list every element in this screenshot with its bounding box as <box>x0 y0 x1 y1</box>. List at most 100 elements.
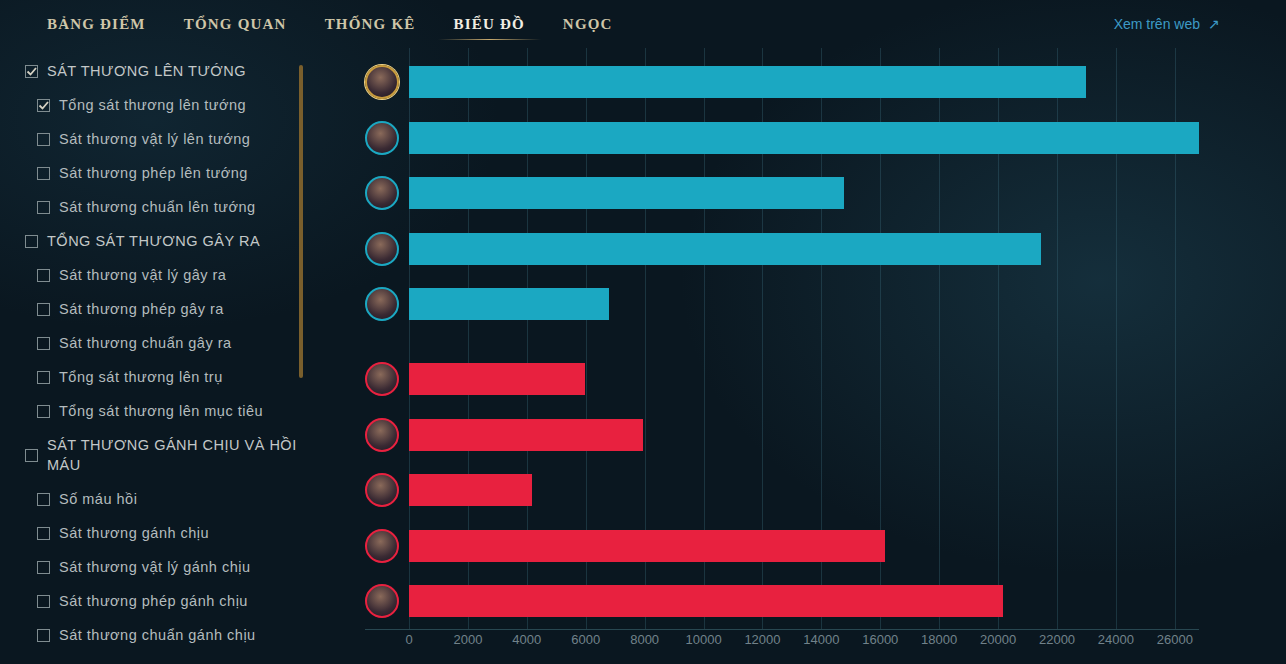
post-game-screen: BẢNG ĐIỂM TỔNG QUAN THỐNG KÊ BIỂU ĐỒ NGỌC Xem… <box>0 0 1286 664</box>
player-row <box>365 362 1199 396</box>
axis-tick: 6000 <box>571 632 600 647</box>
scrollbar-thumb[interactable] <box>299 65 303 378</box>
tab[interactable]: THỐNG KÊ <box>325 8 416 41</box>
tabs: BẢNG ĐIỂM TỔNG QUAN THỐNG KÊ BIỂU ĐỒ NGỌC <box>47 0 613 48</box>
stat-filter-item[interactable]: Sát thương phép lên tướng <box>25 156 297 190</box>
check-icon <box>25 65 38 78</box>
checkbox[interactable] <box>25 65 38 78</box>
stat-filter-item[interactable]: Sát thương vật lý gánh chịu <box>25 550 297 584</box>
axis-tick: 0 <box>405 632 412 647</box>
stat-filter-item[interactable]: Sát thương phép gánh chịu <box>25 584 297 618</box>
bar-track <box>409 177 1199 209</box>
player-row <box>365 176 1199 210</box>
tab[interactable]: NGỌC <box>563 8 613 41</box>
axis-tick: 2000 <box>453 632 482 647</box>
stat-filter-item[interactable]: Sát thương chuẩn lên tướng <box>25 190 297 224</box>
champion-portrait-icon[interactable] <box>365 65 399 99</box>
player-row <box>365 529 1199 563</box>
bar-track <box>409 233 1199 265</box>
stat-filter-item[interactable]: Sát thương gánh chịu <box>25 516 297 550</box>
axis-tick: 18000 <box>921 632 957 647</box>
stat-filter-item[interactable]: Sát thương chuẩn gánh chịu <box>25 618 297 652</box>
bar-track <box>409 66 1199 98</box>
checkbox[interactable] <box>37 405 50 418</box>
bar[interactable] <box>409 419 643 451</box>
external-link-icon: ↗ <box>1208 16 1220 32</box>
bar-track <box>409 363 1199 395</box>
axis-tick: 14000 <box>803 632 839 647</box>
stat-filter-item[interactable]: TỔNG SÁT THƯƠNG GÂY RA <box>25 224 297 258</box>
bar[interactable] <box>409 363 585 395</box>
stat-filter-item[interactable]: Số máu hồi <box>25 482 297 516</box>
checkbox[interactable] <box>37 269 50 282</box>
content: SÁT THƯƠNG LÊN TƯỚNGTổng sát thương lên … <box>0 48 1286 664</box>
bar[interactable] <box>409 585 1003 617</box>
team-group <box>365 362 1199 618</box>
champion-portrait-icon[interactable] <box>365 232 399 266</box>
view-on-web-link[interactable]: Xem trên web↗ <box>1114 16 1220 32</box>
tab[interactable]: BẢNG ĐIỂM <box>47 8 146 41</box>
checkbox[interactable] <box>37 337 50 350</box>
champion-portrait-icon[interactable] <box>365 473 399 507</box>
checkbox[interactable] <box>37 99 50 112</box>
axis-tick: 10000 <box>685 632 721 647</box>
champion-portrait-icon[interactable] <box>365 529 399 563</box>
checkbox[interactable] <box>25 449 38 462</box>
checkbox[interactable] <box>37 371 50 384</box>
axis-tick: 12000 <box>744 632 780 647</box>
tab[interactable]: BIỂU ĐỒ <box>454 8 525 41</box>
bar[interactable] <box>409 530 885 562</box>
bar-track <box>409 419 1199 451</box>
checkbox[interactable] <box>37 303 50 316</box>
checkbox[interactable] <box>25 235 38 248</box>
checkbox[interactable] <box>37 133 50 146</box>
axis-tick: 16000 <box>862 632 898 647</box>
bar[interactable] <box>409 474 532 506</box>
axis-tick: 4000 <box>512 632 541 647</box>
player-row <box>365 121 1199 155</box>
bar-track <box>409 585 1199 617</box>
player-row <box>365 232 1199 266</box>
checkbox[interactable] <box>37 167 50 180</box>
champion-portrait-icon[interactable] <box>365 121 399 155</box>
stat-filter-item[interactable]: Sát thương vật lý gây ra <box>25 258 297 292</box>
bar[interactable] <box>409 66 1086 98</box>
bar-track <box>409 288 1199 320</box>
plot-area <box>365 65 1199 630</box>
bar[interactable] <box>409 177 844 209</box>
stat-filter-item[interactable]: SÁT THƯƠNG GÁNH CHỊU VÀ HỒI MÁU <box>25 428 297 482</box>
check-icon <box>37 99 50 112</box>
champion-portrait-icon[interactable] <box>365 418 399 452</box>
checkbox[interactable] <box>37 595 50 608</box>
tab[interactable]: TỔNG QUAN <box>184 8 287 41</box>
stat-filter-item[interactable]: SÁT THƯƠNG LÊN TƯỚNG <box>25 54 297 88</box>
champion-portrait-icon[interactable] <box>365 176 399 210</box>
bar[interactable] <box>409 233 1041 265</box>
stat-filter-item[interactable]: Tổng sát thương lên trụ <box>25 360 297 394</box>
scrollbar[interactable] <box>299 48 303 664</box>
player-row <box>365 418 1199 452</box>
stat-filter-item[interactable]: Sát thương vật lý lên tướng <box>25 122 297 156</box>
champion-portrait-icon[interactable] <box>365 287 399 321</box>
player-row <box>365 65 1199 99</box>
checkbox[interactable] <box>37 493 50 506</box>
stat-filter-list: SÁT THƯƠNG LÊN TƯỚNGTổng sát thương lên … <box>0 48 297 664</box>
stat-filter-item[interactable]: Tổng sát thương lên tướng <box>25 88 297 122</box>
checkbox[interactable] <box>37 527 50 540</box>
stat-filter-item[interactable]: Sát thương phép gây ra <box>25 292 297 326</box>
axis-tick: 8000 <box>630 632 659 647</box>
team-group <box>365 65 1199 321</box>
champion-portrait-icon[interactable] <box>365 584 399 618</box>
champion-portrait-icon[interactable] <box>365 362 399 396</box>
checkbox[interactable] <box>37 561 50 574</box>
stat-filter-item[interactable]: Sát thương chuẩn gây ra <box>25 326 297 360</box>
checkbox[interactable] <box>37 629 50 642</box>
axis-tick: 22000 <box>1039 632 1075 647</box>
stat-filter-item[interactable]: Tổng sát thương lên mục tiêu <box>25 394 297 428</box>
bar-track <box>409 474 1199 506</box>
tab-bar: BẢNG ĐIỂM TỔNG QUAN THỐNG KÊ BIỂU ĐỒ NGỌC Xem… <box>0 0 1286 48</box>
bar[interactable] <box>409 288 609 320</box>
bar[interactable] <box>409 122 1199 154</box>
bar-chart: 0 2000 4000 6000 8000 10000 12000 14000 16000 180… <box>303 48 1286 664</box>
checkbox[interactable] <box>37 201 50 214</box>
